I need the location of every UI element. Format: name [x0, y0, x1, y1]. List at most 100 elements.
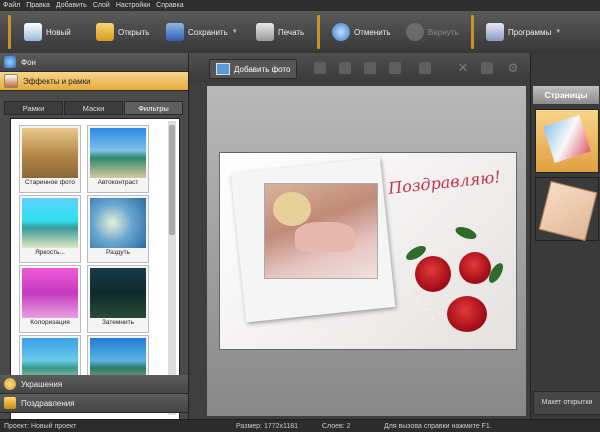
- new-button[interactable]: Новый: [24, 17, 71, 47]
- gear-icon[interactable]: ⚙: [507, 62, 519, 74]
- postcard[interactable]: Поздравляю!: [219, 152, 517, 350]
- layer-down-icon[interactable]: [339, 62, 351, 74]
- filter-thumb-vintage[interactable]: Старинное фото: [19, 125, 81, 193]
- filter-preview: [22, 268, 78, 318]
- programs-dropdown-icon[interactable]: ▼: [555, 29, 561, 35]
- programs-icon: [486, 23, 504, 41]
- undo-label: Отменить: [354, 27, 391, 37]
- menu-file[interactable]: Файл: [3, 2, 20, 9]
- open-label: Открыть: [118, 27, 150, 37]
- add-photo-label: Добавить фото: [234, 64, 291, 74]
- menu-edit[interactable]: Правка: [26, 2, 50, 9]
- open-button[interactable]: Открыть: [96, 17, 149, 47]
- babys-breath: [431, 316, 434, 319]
- tab-filters[interactable]: Фильтры: [124, 101, 183, 115]
- decorations-icon: [4, 378, 16, 390]
- section-effects[interactable]: Эффекты и рамки: [0, 72, 188, 91]
- tab-masks[interactable]: Маски: [64, 101, 123, 115]
- filter-label: Старинное фото: [24, 179, 75, 186]
- page-thumb-1[interactable]: [535, 109, 599, 173]
- rose: [447, 296, 487, 332]
- babys-breath: [425, 308, 428, 311]
- bring-front-icon[interactable]: [364, 62, 376, 74]
- main-toolbar: Новый Открыть Сохранить ▼ Печать Отменит…: [0, 11, 600, 54]
- page-preview: [543, 115, 591, 163]
- status-layers: Слоев: 2: [322, 422, 351, 430]
- status-help: Для вызова справки нажмите F1.: [384, 422, 492, 430]
- filter-label: Затемнить: [102, 319, 134, 326]
- toolbar-separator: [8, 15, 11, 49]
- delete-icon[interactable]: ✕: [457, 61, 469, 74]
- filter-thumb-autocontrast[interactable]: Автоконтраст: [87, 125, 149, 193]
- filter-preview: [90, 198, 146, 248]
- postcard-layout-button[interactable]: Макет открытки: [533, 391, 600, 415]
- filter-thumb-brightness[interactable]: Яркость...: [19, 195, 81, 263]
- menu-layer[interactable]: Слой: [93, 2, 110, 9]
- floppy-disk-icon: [166, 23, 184, 41]
- photo-hair: [273, 192, 311, 226]
- section-greetings[interactable]: Поздравления: [0, 394, 188, 413]
- section-background[interactable]: Фон: [0, 53, 188, 72]
- tab-frames[interactable]: Рамки: [4, 101, 63, 115]
- save-label: Сохранить: [188, 27, 228, 37]
- babys-breath: [409, 292, 412, 295]
- folder-icon: [96, 23, 114, 41]
- programs-button[interactable]: Программы ▼: [486, 17, 561, 47]
- section-background-label: Фон: [21, 57, 36, 67]
- section-greetings-label: Поздравления: [21, 398, 75, 408]
- toolbar-separator: [317, 15, 320, 49]
- status-bar: Проект: Новый проект Размер: 1772x1181 С…: [0, 419, 600, 432]
- filter-preview: [22, 198, 78, 248]
- printer-icon: [256, 23, 274, 41]
- filter-label: Яркость...: [35, 249, 65, 256]
- filter-thumb-bloat[interactable]: Раздуть: [87, 195, 149, 263]
- babys-breath: [435, 238, 438, 241]
- section-decorations[interactable]: Украшения: [0, 375, 188, 394]
- save-button[interactable]: Сохранить ▼: [166, 17, 238, 47]
- effects-subtabs: Рамки Маски Фильтры: [4, 101, 184, 115]
- filter-thumb-colorize[interactable]: Колоризация: [19, 265, 81, 333]
- menu-bar: Файл Правка Добавить Слой Настройки Спра…: [0, 0, 600, 11]
- babys-breath: [417, 300, 420, 303]
- section-decorations-label: Украшения: [21, 379, 63, 389]
- rose: [415, 256, 451, 292]
- photo-figure: [295, 222, 355, 252]
- photo[interactable]: [264, 183, 378, 279]
- status-size: Размер: 1772x1181: [236, 422, 299, 430]
- photo-icon: [216, 63, 230, 75]
- babys-breath: [443, 244, 446, 247]
- status-project: Проект: Новый проект: [4, 422, 77, 430]
- effects-icon: [4, 74, 18, 88]
- filter-label: Автоконтраст: [97, 179, 139, 186]
- section-effects-label: Эффекты и рамки: [23, 76, 91, 86]
- text-icon: [4, 397, 16, 409]
- greeting-text[interactable]: Поздравляю!: [387, 167, 501, 198]
- toolbar-separator: [471, 15, 474, 49]
- crop-icon[interactable]: [481, 62, 493, 74]
- scrollbar-thumb[interactable]: [169, 125, 175, 235]
- page-preview: [538, 180, 598, 242]
- menu-add[interactable]: Добавить: [56, 2, 87, 9]
- redo-button[interactable]: Вернуть: [406, 17, 458, 47]
- undo-arrow-icon: [332, 23, 350, 41]
- undo-button[interactable]: Отменить: [332, 17, 391, 47]
- print-label: Печать: [278, 27, 305, 37]
- left-panel: Фон Эффекты и рамки Рамки Маски Фильтры …: [0, 53, 189, 420]
- pages-panel: Страницы Макет открытки: [530, 53, 600, 419]
- save-dropdown-icon[interactable]: ▼: [232, 29, 238, 35]
- roses-bouquet[interactable]: [395, 208, 513, 338]
- print-button[interactable]: Печать: [256, 17, 304, 47]
- page-thumb-2[interactable]: [535, 177, 599, 242]
- menu-settings[interactable]: Настройки: [116, 2, 150, 9]
- filter-preview: [90, 128, 146, 178]
- align-icon[interactable]: [419, 62, 431, 74]
- layer-up-icon[interactable]: [314, 62, 326, 74]
- leaf: [453, 224, 479, 242]
- menu-help[interactable]: Справка: [156, 2, 183, 9]
- filter-label: Раздуть: [106, 249, 130, 256]
- add-photo-button[interactable]: Добавить фото: [209, 59, 298, 79]
- gallery-scrollbar[interactable]: [168, 121, 176, 415]
- filter-thumb-darken[interactable]: Затемнить: [87, 265, 149, 333]
- send-back-icon[interactable]: [389, 62, 401, 74]
- canvas-area: Добавить фото ✕ ⚙ Поздравляю!: [189, 53, 530, 419]
